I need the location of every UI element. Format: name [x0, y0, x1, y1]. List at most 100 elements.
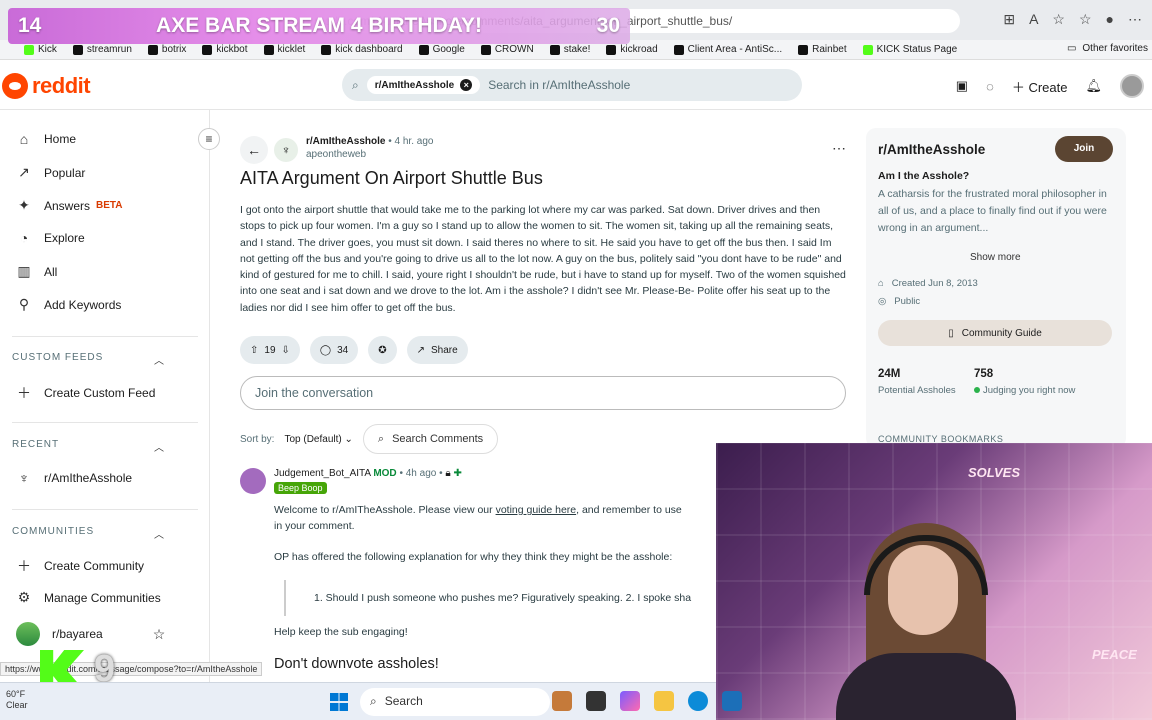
search-bar[interactable]: ⌕ r/AmItheAsshole × Search in r/AmItheAs…	[342, 69, 802, 101]
bookmark-item[interactable]: stake!	[549, 44, 590, 55]
search-comments-button[interactable]: ⌕ Search Comments	[362, 424, 499, 454]
recent-title[interactable]: RECENT	[12, 439, 59, 450]
bookmark-item[interactable]: Google	[418, 44, 465, 55]
notification-bell-icon[interactable]: 🔔︎	[1085, 78, 1102, 94]
communities-title[interactable]: COMMUNITIES	[12, 526, 94, 537]
favorite-star-icon[interactable]: ☆	[1052, 11, 1065, 28]
bookmark-item[interactable]: KICK Status Page	[862, 44, 957, 55]
widget-icon[interactable]	[552, 691, 572, 711]
bookmark-item[interactable]: Kick	[24, 44, 57, 55]
bookmark-item[interactable]: streamrun	[72, 44, 132, 55]
sidebar-item-popular[interactable]: ↗ Popular	[16, 164, 85, 181]
copilot-icon[interactable]	[620, 691, 640, 711]
advertise-icon[interactable]: ▣	[956, 78, 968, 94]
bookmark-item[interactable]: Client Area - AntiSc...	[673, 44, 782, 55]
create-button[interactable]: ＋ Create	[1012, 77, 1068, 96]
bookmark-item[interactable]: kicklet	[263, 44, 305, 55]
sidebar-item-all[interactable]: ▥ All	[16, 263, 57, 280]
create-community[interactable]: ＋ Create Community	[16, 556, 144, 576]
apps-icon[interactable]: ⊞	[1003, 11, 1015, 28]
upvote-icon[interactable]: ⇧	[250, 345, 258, 356]
subreddit-icon[interactable]: ♆	[274, 138, 298, 162]
manage-communities[interactable]: ⚙ Manage Communities	[16, 589, 161, 606]
join-button[interactable]: Join	[1055, 136, 1113, 162]
online-dot	[974, 387, 980, 393]
recent-item-amitheasshole[interactable]: ♆ r/AmItheAsshole	[16, 470, 132, 486]
chevron-up-icon[interactable]: ︿	[154, 439, 164, 454]
community-name[interactable]: r/AmItheAsshole	[878, 142, 985, 157]
mod-badge: MOD	[373, 468, 397, 479]
sidebar-item-add-keywords[interactable]: ⚲ Add Keywords	[16, 296, 122, 313]
poster-text: PEACE	[1092, 647, 1137, 662]
windows-start-icon[interactable]	[330, 693, 348, 711]
other-favorites[interactable]: ▭ Other favorites	[1067, 43, 1148, 54]
chat-icon[interactable]: ◌	[986, 79, 994, 94]
comment-header: Judgement_Bot_AITA MOD • 4h ago • 🔒︎ ✚	[274, 468, 462, 479]
bookmark-favicon-icon	[798, 44, 809, 55]
bookmark-item[interactable]: CROWN	[480, 44, 534, 55]
taskbar-apps	[552, 691, 742, 711]
weather-widget[interactable]: 60°F Clear	[6, 689, 28, 711]
taskbar-search[interactable]: ⌕ Search	[360, 688, 550, 716]
back-button[interactable]: ←	[240, 136, 268, 164]
collapse-sidebar-button[interactable]: ≡	[198, 128, 220, 150]
comment-author[interactable]: Judgement_Bot_AITA	[274, 468, 371, 479]
chevron-up-icon[interactable]: ︿	[154, 526, 164, 541]
sidebar-item-explore[interactable]: ◔ Explore	[16, 230, 85, 246]
sidebar-item-home[interactable]: ⌂ Home	[16, 131, 76, 147]
banner-right-number: 30	[596, 14, 620, 37]
user-avatar[interactable]	[1120, 74, 1144, 98]
reddit-logo[interactable]: reddit	[2, 73, 91, 99]
banner-left-number: 14	[18, 14, 42, 37]
post-subreddit-link[interactable]: r/AmItheAsshole	[306, 136, 385, 147]
favorite-star-icon[interactable]: ☆	[153, 626, 166, 643]
bookmark-item[interactable]: Rainbet	[798, 44, 847, 55]
voting-guide-link[interactable]: voting guide here	[496, 504, 577, 516]
search-icon: ⌕	[377, 432, 385, 445]
bookmark-item[interactable]: kick dashboard	[321, 44, 403, 55]
edge-icon[interactable]	[688, 691, 708, 711]
clear-chip-icon[interactable]: ×	[460, 79, 473, 91]
weather-temp: 60°F	[6, 689, 26, 699]
file-explorer-icon[interactable]	[654, 691, 674, 711]
bookmark-item[interactable]: kickbot	[202, 44, 248, 55]
sort-row: Sort by: Top (Default) ⌄ ⌕ Search Commen…	[240, 424, 499, 454]
search-input[interactable]: Search in r/AmItheAsshole	[488, 78, 630, 92]
post-author[interactable]: apeontheweb	[306, 149, 433, 160]
comments-button[interactable]: ◯ 34	[309, 336, 359, 364]
browser-toolbar-icons: ⊞ A ☆ ☆ ● ⋯	[1003, 11, 1142, 28]
post-actions: ⇧ 19 ⇩ ◯ 34 ✪ ↗ Share	[240, 336, 468, 364]
more-options-icon[interactable]: ⋯	[832, 140, 846, 157]
chevron-up-icon[interactable]: ︿	[154, 352, 164, 367]
show-more-button[interactable]: Show more	[970, 252, 1021, 263]
task-view-icon[interactable]	[586, 691, 606, 711]
comment-avatar[interactable]	[240, 468, 266, 494]
community-tagline: Am I the Asshole?	[878, 170, 970, 182]
share-button[interactable]: ↗ Share	[406, 336, 468, 364]
sidebar-divider	[12, 509, 198, 510]
profile-icon[interactable]: ●	[1106, 11, 1114, 28]
community-guide-button[interactable]: ▯ Community Guide	[878, 320, 1112, 346]
comment-input[interactable]: Join the conversation	[240, 376, 846, 410]
custom-feeds-title[interactable]: CUSTOM FEEDS	[12, 352, 103, 363]
read-aloud-icon[interactable]: A	[1029, 11, 1038, 28]
downvote-icon[interactable]: ⇩	[282, 345, 290, 356]
community-avatar-icon	[16, 622, 40, 646]
screen: reddit.com/r/AmItheAsshole/comments/aita…	[0, 0, 1152, 720]
created-date: ⌂ Created Jun 8, 2013	[878, 278, 978, 289]
collections-icon[interactable]: ☆	[1079, 11, 1092, 28]
sort-dropdown[interactable]: Top (Default) ⌄	[284, 434, 352, 445]
bookmark-favicon-icon	[24, 44, 34, 55]
globe-icon: ◎	[878, 296, 887, 307]
reddit-header: reddit ⌕ r/AmItheAsshole × Search in r/A…	[0, 60, 1152, 110]
bookmark-item[interactable]: botrix	[147, 44, 186, 55]
taskbar: 60°F Clear ⌕ Search	[0, 682, 742, 720]
more-icon[interactable]: ⋯	[1128, 11, 1142, 28]
create-custom-feed[interactable]: ＋ Create Custom Feed	[16, 383, 155, 403]
bookmark-item[interactable]: kickroad	[606, 44, 658, 55]
store-icon[interactable]	[722, 691, 742, 711]
community-item-bayarea[interactable]: r/bayarea ☆	[16, 622, 165, 646]
award-button[interactable]: ✪	[368, 336, 397, 364]
sidebar-item-answers[interactable]: ✦ Answers BETA	[16, 197, 122, 214]
search-subreddit-chip[interactable]: r/AmItheAsshole ×	[366, 76, 481, 94]
